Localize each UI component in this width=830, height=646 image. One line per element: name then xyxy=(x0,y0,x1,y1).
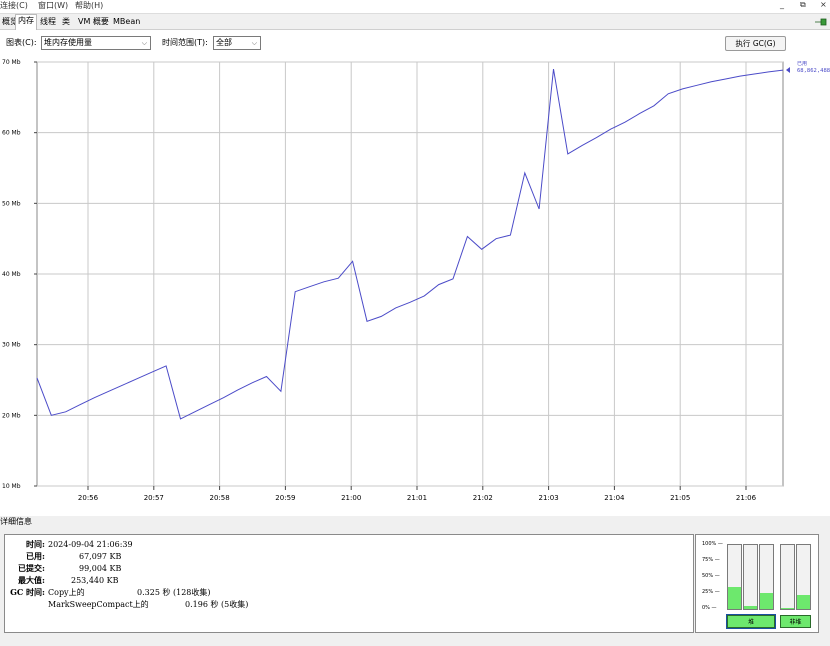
y-tick-label: 30 Mb xyxy=(2,342,21,349)
legend-marker xyxy=(786,67,790,74)
details-panel: 时间: 2024-09-04 21:06:39 已用: 67,097 KB 已提… xyxy=(4,534,694,633)
memory-pool-gauges: 100% — 75% — 50% — 25% — 0% — 堆 非堆 xyxy=(695,534,819,633)
pool-fill xyxy=(728,586,741,609)
y-tick-label: 50 Mb xyxy=(2,200,21,207)
perform-gc-button[interactable]: 执行 GC(G) xyxy=(725,36,786,51)
nonheap-gauge-button[interactable]: 非堆 xyxy=(780,615,811,628)
x-tick-label: 20:59 xyxy=(275,494,295,502)
chart-select-value: 堆内存使用量 xyxy=(44,38,92,47)
y-tick-label: 60 Mb xyxy=(2,130,21,137)
x-tick-label: 21:04 xyxy=(604,494,625,502)
tab-classes[interactable]: 类 xyxy=(60,16,72,28)
legend-label: 已用 xyxy=(797,61,807,67)
y-tick-label: 70 Mb xyxy=(2,59,21,66)
chart-label: 图表(C): xyxy=(6,38,37,47)
details-header: 详细信息 xyxy=(0,517,32,526)
detail-value: 2024-09-04 21:06:39 xyxy=(48,540,133,549)
detail-label: 已用: xyxy=(26,551,45,561)
x-tick-label: 21:05 xyxy=(670,494,690,502)
chevron-down-icon: ⌵ xyxy=(251,39,257,47)
gc-collector-time: 0.325 秒 (128收集) xyxy=(137,588,211,597)
y-tick-label: 10 Mb xyxy=(2,483,21,490)
menu-window[interactable]: 窗口(W) xyxy=(38,0,68,12)
restore-icon[interactable]: ⧉ xyxy=(800,0,806,10)
range-select[interactable]: 全部 ⌵ xyxy=(213,36,261,50)
detail-label: 已提交: xyxy=(18,563,45,573)
pool-fill xyxy=(744,605,757,609)
detail-label: GC 时间: xyxy=(10,587,45,597)
gc-collector-name: MarkSweepCompact上的 xyxy=(48,600,149,609)
x-tick-label: 21:00 xyxy=(341,494,361,502)
close-icon[interactable]: × xyxy=(820,0,827,9)
gc-collector-time: 0.196 秒 (5收集) xyxy=(185,600,249,609)
gauge-tick: 25% — xyxy=(702,589,720,595)
tab-threads[interactable]: 线程 xyxy=(38,16,58,28)
pool-fill xyxy=(797,594,810,609)
detail-value: 67,097 KB xyxy=(79,552,122,561)
pool-fill xyxy=(760,593,773,609)
heap-pool-bar[interactable] xyxy=(727,544,742,610)
x-tick-label: 21:06 xyxy=(736,494,757,502)
nonheap-pool-bar[interactable] xyxy=(780,544,795,610)
x-tick-label: 20:58 xyxy=(210,494,230,502)
tab-memory[interactable]: 内存 xyxy=(15,14,37,30)
detail-label: 最大值: xyxy=(18,575,45,585)
heap-pool-bar[interactable] xyxy=(759,544,774,610)
tab-vm-summary[interactable]: VM 概要 xyxy=(76,16,111,28)
gc-collector-name: Copy上的 xyxy=(48,588,85,597)
gauge-tick: 75% — xyxy=(702,557,720,563)
gauge-tick: 50% — xyxy=(702,573,720,579)
detail-value: 253,440 KB xyxy=(71,576,119,585)
y-tick-label: 20 Mb xyxy=(2,412,21,419)
menu-bar: 连接(C) 窗口(W) 帮助(H) _ ⧉ × xyxy=(0,0,830,14)
y-tick-label: 40 Mb xyxy=(2,271,21,278)
legend-value: 68,862,488 xyxy=(797,68,830,74)
heap-pool-bar[interactable] xyxy=(743,544,758,610)
gauge-tick: 100% — xyxy=(702,541,723,547)
x-tick-label: 21:02 xyxy=(473,494,493,502)
detail-label: 时间: xyxy=(26,539,45,549)
menu-connection[interactable]: 连接(C) xyxy=(0,0,28,12)
heap-gauge-button[interactable]: 堆 xyxy=(726,614,776,629)
memory-toolbar: 图表(C): 堆内存使用量 ⌵ 时间范围(T): 全部 ⌵ 执行 GC(G) xyxy=(0,30,830,56)
chart-canvas: 10 Mb 20 Mb 30 Mb 40 Mb 50 Mb 60 Mb 70 Mb 20:56… xyxy=(2,59,830,502)
menu-help[interactable]: 帮助(H) xyxy=(75,0,103,12)
x-tick-label: 20:56 xyxy=(78,494,99,502)
range-select-value: 全部 xyxy=(216,38,232,47)
nonheap-pool-bar[interactable] xyxy=(796,544,811,610)
gauge-tick: 0% — xyxy=(702,605,717,611)
x-tick-label: 21:01 xyxy=(407,494,427,502)
heap-usage-chart: 10 Mb 20 Mb 30 Mb 40 Mb 50 Mb 60 Mb 70 Mb 20:56… xyxy=(0,56,830,516)
x-tick-label: 20:57 xyxy=(144,494,164,502)
detail-value: 99,004 KB xyxy=(79,564,122,573)
minimize-icon[interactable]: _ xyxy=(780,0,784,9)
chart-select[interactable]: 堆内存使用量 ⌵ xyxy=(41,36,151,50)
tab-mbean[interactable]: MBean xyxy=(111,16,142,28)
x-tick-label: 21:03 xyxy=(539,494,559,502)
pool-fill xyxy=(781,607,794,609)
connection-plug-icon xyxy=(815,18,827,26)
range-label: 时间范围(T): xyxy=(162,38,208,47)
chevron-down-icon: ⌵ xyxy=(141,39,147,47)
tab-bar: 概览 内存 线程 类 VM 概要 MBean xyxy=(0,14,830,30)
